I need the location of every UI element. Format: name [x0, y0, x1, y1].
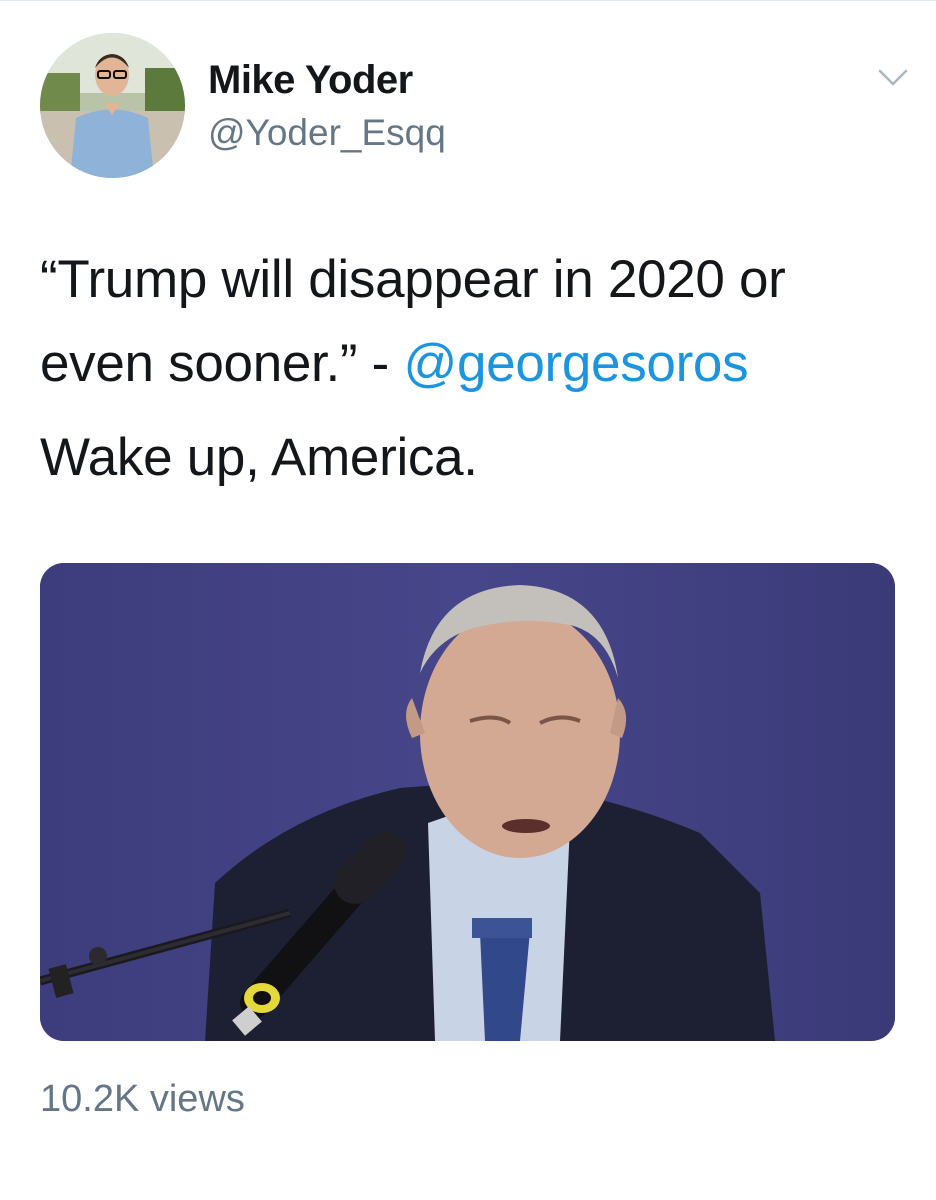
tweet-text-closing: Wake up, America. [40, 428, 478, 487]
top-divider [0, 0, 936, 1]
mention-link[interactable]: @georgesoros [403, 334, 748, 393]
video-thumbnail-icon [40, 563, 895, 1041]
tweet-header: Mike Yoder @Yoder_Esqq [40, 30, 910, 180]
profile-photo-icon [40, 33, 185, 178]
chevron-down-icon[interactable] [876, 66, 910, 90]
author-name[interactable]: Mike Yoder [208, 58, 413, 103]
video-thumbnail[interactable] [40, 563, 895, 1041]
tweet-text: “Trump will disappear in 2020 or even so… [40, 238, 910, 500]
author-handle[interactable]: @Yoder_Esqq [208, 112, 446, 154]
avatar[interactable] [40, 33, 185, 178]
view-count: 10.2K views [40, 1078, 245, 1120]
tweet-text-quote: “Trump will disappear in 2020 or even so… [40, 238, 910, 406]
